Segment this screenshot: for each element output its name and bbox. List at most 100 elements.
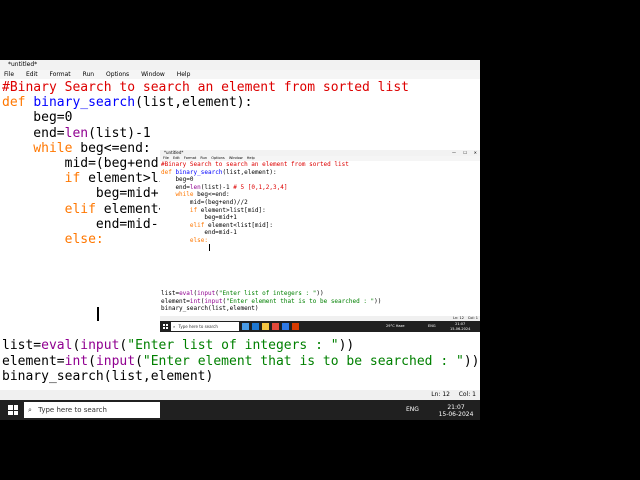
code-keyword: def xyxy=(161,168,172,176)
code-text: (list,element): xyxy=(222,168,277,176)
language-indicator[interactable]: ENG xyxy=(406,406,419,413)
small-menu-run[interactable]: Run xyxy=(200,156,207,160)
code-text: (list)-1 xyxy=(88,125,151,141)
menu-bar: File Edit Format Run Options Window Help xyxy=(0,70,480,79)
windows-start-icon[interactable] xyxy=(8,405,18,415)
clock-time: 21:07 xyxy=(447,404,465,411)
small-taskbar-search-box[interactable]: ⌕ Type here to search xyxy=(171,322,239,331)
app-icon[interactable] xyxy=(292,323,299,330)
small-menu-edit[interactable]: Edit xyxy=(173,156,180,160)
menu-format[interactable]: Format xyxy=(50,71,71,78)
status-bar: Ln: 12 Col: 1 xyxy=(0,390,480,400)
code-builtin: input xyxy=(197,290,216,298)
taskbar-search-box[interactable]: ⌕ Type here to search xyxy=(24,402,160,418)
search-icon: ⌕ xyxy=(28,406,32,414)
code-comment: #Binary Search to search an element from… xyxy=(161,161,349,168)
code-text: end=mid-1 xyxy=(2,216,167,232)
small-menu-options[interactable]: Options xyxy=(211,156,225,160)
menu-options[interactable]: Options xyxy=(106,71,129,78)
status-col: Col: 1 xyxy=(458,391,476,398)
menu-file[interactable]: File xyxy=(4,71,14,78)
chrome-icon[interactable] xyxy=(272,323,279,330)
weather-widget[interactable]: 29°C Haze xyxy=(386,324,405,328)
code-text: end= xyxy=(161,183,190,191)
code-builtin: input xyxy=(95,353,136,369)
code-builtin: input xyxy=(204,297,223,305)
code-text: end= xyxy=(2,125,65,141)
small-clock-date: 15-06-2024 xyxy=(450,326,471,331)
code-keyword: def xyxy=(2,95,26,111)
small-menu-format[interactable]: Format xyxy=(184,156,196,160)
menu-window[interactable]: Window xyxy=(141,71,165,78)
menu-help[interactable]: Help xyxy=(177,71,191,78)
code-string: "Enter element that is to be searched : … xyxy=(226,297,375,305)
taskbar: ⌕ Type here to search 21:07 15-06-2024 E… xyxy=(0,400,480,420)
code-keyword: elif xyxy=(2,201,96,217)
small-window-title: *untitled* xyxy=(164,150,184,155)
code-text: element= xyxy=(2,353,65,369)
small-text-cursor xyxy=(209,244,210,251)
code-builtin: int xyxy=(189,297,201,305)
small-taskbar: ⌕ Type here to search 29°C Haze ENG 21:0… xyxy=(160,321,480,332)
python-icon[interactable] xyxy=(282,323,289,330)
code-text: list= xyxy=(2,338,42,354)
code-text: ( xyxy=(88,353,96,369)
code-keyword: elif xyxy=(161,221,205,229)
code-text: )) xyxy=(338,338,355,354)
code-text: element= xyxy=(161,297,190,305)
code-builtin: len xyxy=(189,183,201,191)
search-placeholder: Type here to search xyxy=(38,406,107,414)
small-menu-file[interactable]: File xyxy=(163,156,169,160)
code-text: beg=0 xyxy=(2,110,73,126)
code-text: )) xyxy=(374,297,382,305)
small-windows-start-icon[interactable] xyxy=(163,324,168,329)
code-builtin: input xyxy=(80,338,120,354)
code-keyword: if xyxy=(161,206,198,214)
code-keyword: while xyxy=(2,140,73,156)
small-menu-help[interactable]: Help xyxy=(247,156,255,160)
code-keyword: else: xyxy=(161,236,208,244)
code-function-name: binary_search xyxy=(175,168,223,176)
edge-icon[interactable] xyxy=(252,323,259,330)
code-function-name: binary_search xyxy=(33,95,136,111)
code-keyword: while xyxy=(161,191,194,199)
code-keyword: else: xyxy=(2,232,104,248)
small-search-icon: ⌕ xyxy=(173,324,176,329)
code-text: )) xyxy=(463,353,480,369)
small-code-editor[interactable]: #Binary Search to search an element from… xyxy=(161,161,480,313)
code-text: beg=mid+1 xyxy=(161,214,237,222)
code-string: "Enter list of integers : " xyxy=(218,290,317,298)
code-text: (list)-1 xyxy=(200,183,230,191)
code-builtin: int xyxy=(64,353,89,369)
code-text: )) xyxy=(316,290,324,298)
code-text: binary_search(list,element) xyxy=(161,305,259,313)
small-language-indicator[interactable]: ENG xyxy=(428,324,436,328)
menu-run[interactable]: Run xyxy=(83,71,95,78)
code-string: "Enter list of integers : " xyxy=(127,338,339,354)
code-text: beg=0 xyxy=(161,176,194,184)
code-builtin: len xyxy=(64,125,89,141)
clock[interactable]: 21:07 15-06-2024 xyxy=(436,404,476,418)
title-bar: *untitled* xyxy=(0,60,480,70)
code-text: ( xyxy=(135,353,143,369)
menu-edit[interactable]: Edit xyxy=(26,71,38,78)
code-text: mid=(beg+end)//2 xyxy=(161,198,248,206)
code-text: beg<=end: xyxy=(72,140,151,156)
small-menu-window[interactable]: Window xyxy=(229,156,243,160)
code-text: binary_search(list,element) xyxy=(2,368,214,384)
folder-icon[interactable] xyxy=(262,323,269,330)
window-title: *untitled* xyxy=(8,61,38,68)
code-text: (list,element): xyxy=(135,95,253,111)
code-text: element<list[mid]: xyxy=(204,221,273,229)
status-line: Ln: 12 xyxy=(431,391,450,398)
code-builtin: eval xyxy=(41,338,73,354)
small-clock[interactable]: 21:07 15-06-2024 xyxy=(450,322,470,331)
code-comment: # 5 [0,1,2,3,4] xyxy=(229,183,288,191)
taskview-icon[interactable] xyxy=(242,323,249,330)
text-cursor xyxy=(97,307,99,321)
clock-date: 15-06-2024 xyxy=(438,411,474,418)
code-builtin: eval xyxy=(179,290,194,298)
code-keyword: if xyxy=(2,171,81,187)
code-string: "Enter element that is to be searched : … xyxy=(142,353,464,369)
small-search-placeholder: Type here to search xyxy=(178,324,218,329)
